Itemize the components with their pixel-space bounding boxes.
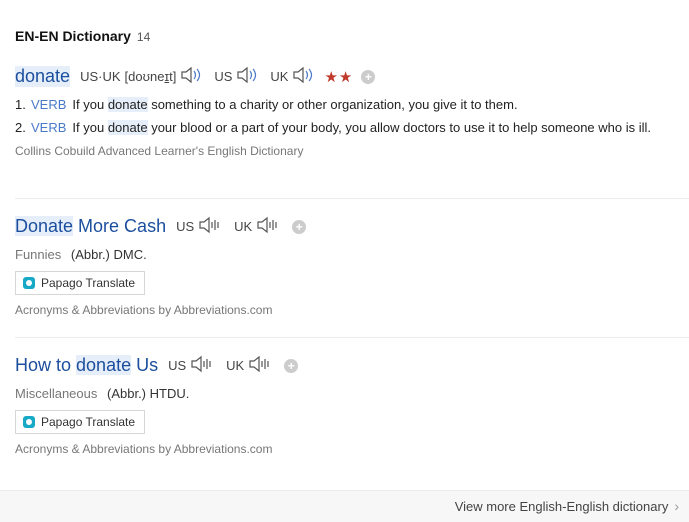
part-of-speech: VERB <box>31 120 67 135</box>
uk-label: UK <box>270 69 289 84</box>
papago-logo-icon <box>23 416 35 428</box>
uk-label: UK <box>226 358 245 373</box>
abbreviation-row: Funnies (Abbr.) DMC. <box>15 247 681 262</box>
us-label: US <box>214 69 233 84</box>
headword-link[interactable]: Donate More Cash <box>15 216 166 237</box>
sense-item: 1. VERB If you donate something to a char… <box>15 95 681 115</box>
part-of-speech: VERB <box>31 97 67 112</box>
papago-translate-button[interactable]: Papago Translate <box>15 271 146 295</box>
section-header: EN-EN Dictionary 14 <box>15 28 150 44</box>
headword-link[interactable]: donate <box>15 66 71 87</box>
speaker-icon[interactable] <box>190 355 214 376</box>
view-more-link[interactable]: View more English-English dictionary › <box>455 498 679 514</box>
plus-icon[interactable]: + <box>361 69 376 84</box>
frequency-stars: ★★ <box>324 68 354 86</box>
pronunciation-uk: UK <box>270 66 318 87</box>
papago-wrapper: Papago Translate <box>15 410 681 434</box>
view-more-label: View more English-English dictionary <box>454 498 669 514</box>
speaker-icon[interactable] <box>248 355 272 376</box>
plus-icon[interactable]: + <box>284 358 299 373</box>
divider <box>15 198 689 199</box>
pronunciation-combined: US·UK [doʊneɪt] <box>80 66 206 87</box>
abbreviation-row: Miscellaneous (Abbr.) HTDU. <box>15 386 681 401</box>
dictionary-source: Acronyms & Abbreviations by Abbreviation… <box>15 442 273 456</box>
sense-text: VERB If you donate something to a charity… <box>31 97 518 112</box>
us-label: US <box>168 358 187 373</box>
headword-row: Donate More Cash US UK + <box>15 216 681 237</box>
divider <box>15 337 689 338</box>
speaker-icon[interactable] <box>236 66 258 87</box>
category-label: Miscellaneous <box>15 386 98 401</box>
dictionary-source: Collins Cobuild Advanced Learner's Engli… <box>15 144 304 158</box>
pronunciation-us: US <box>176 216 226 237</box>
uk-label: UK <box>234 219 253 234</box>
sense-item: 2. VERB If you donate your blood or a par… <box>15 118 681 138</box>
abbreviation-text: (Abbr.) HTDU. <box>107 386 190 401</box>
sense-text: VERB If you donate your blood or a part o… <box>31 120 652 135</box>
footer-bar: View more English-English dictionary › <box>0 490 689 522</box>
pronunciation-us: US <box>168 355 218 376</box>
papago-label: Papago Translate <box>41 276 136 290</box>
sense-number: 1. <box>15 97 26 112</box>
us-label: US <box>176 219 195 234</box>
pronunciation-uk: UK <box>226 355 276 376</box>
headword-link[interactable]: How to donate Us <box>15 355 158 376</box>
sense-number: 2. <box>15 120 26 135</box>
dictionary-source: Acronyms & Abbreviations by Abbreviation… <box>15 303 273 317</box>
papago-wrapper: Papago Translate <box>15 271 681 295</box>
entry-how-to-donate-us: How to donate Us US UK + Miscellaneous (… <box>15 355 681 456</box>
entry-donate: donate US·UK [doʊneɪt] US UK ★★ + 1. VER… <box>15 66 681 158</box>
headword-row: donate US·UK [doʊneɪt] US UK ★★ + <box>15 66 681 87</box>
pronunciation-uk: UK <box>234 216 284 237</box>
chevron-right-icon: › <box>674 498 679 514</box>
pronunciation-us: US <box>214 66 262 87</box>
entry-donate-more-cash: Donate More Cash US UK + Funnies (Abbr.)… <box>15 216 681 317</box>
headword-row: How to donate Us US UK + <box>15 355 681 376</box>
papago-logo-icon <box>23 277 35 289</box>
abbreviation-text: (Abbr.) DMC. <box>70 247 147 262</box>
pron-region-label: US·UK <box>80 69 121 84</box>
plus-icon[interactable]: + <box>292 219 307 234</box>
papago-translate-button[interactable]: Papago Translate <box>15 410 146 434</box>
sense-list: 1. VERB If you donate something to a char… <box>15 95 681 138</box>
section-title: EN-EN Dictionary <box>15 28 131 44</box>
ipa: [doʊneɪt] <box>124 69 177 84</box>
result-count: 14 <box>136 30 151 44</box>
speaker-icon[interactable] <box>198 216 222 237</box>
category-label: Funnies <box>15 247 62 262</box>
speaker-icon[interactable] <box>180 66 202 87</box>
papago-label: Papago Translate <box>41 415 136 429</box>
speaker-icon[interactable] <box>256 216 280 237</box>
speaker-icon[interactable] <box>292 66 314 87</box>
